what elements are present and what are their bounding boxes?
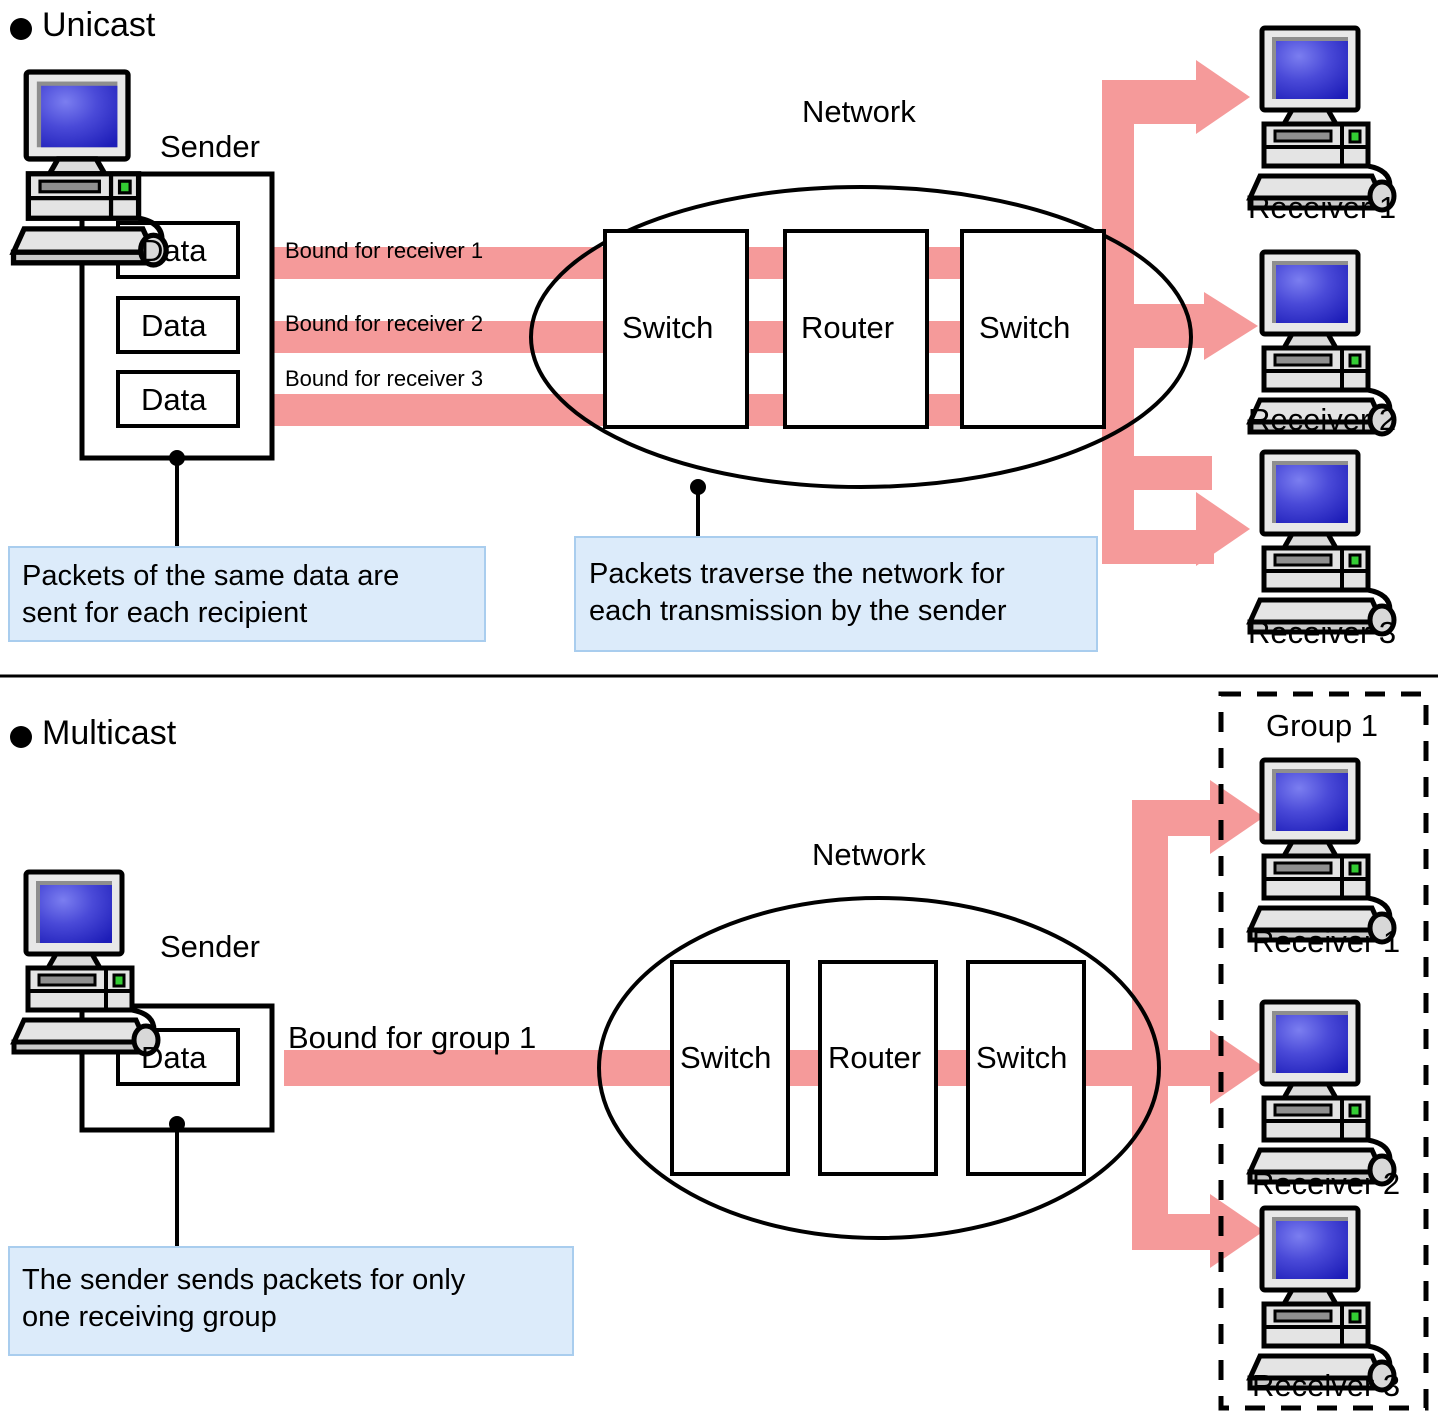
- multicast-node-label-router: Router: [828, 1040, 922, 1075]
- multicast-node-label-switch-2: Switch: [976, 1040, 1068, 1075]
- multicast-arrow-group: [1132, 780, 1264, 1268]
- unicast-network-label: Network: [802, 94, 916, 129]
- unicast-node-label-switch-2: Switch: [979, 310, 1071, 345]
- unicast-arrow-group: [1102, 60, 1258, 566]
- unicast-sender-label: Sender: [160, 129, 260, 164]
- unicast-bullet-icon: [10, 18, 32, 40]
- multicast-network-label: Network: [812, 837, 926, 872]
- unicast-data-label: Data: [141, 233, 207, 268]
- multicast-sender-callout-text: The sender sends packets for only one re…: [22, 1264, 466, 1334]
- unicast-receiver-2-label: Receiver 2: [1248, 402, 1397, 437]
- multicast-group-label: Group 1: [1266, 708, 1379, 743]
- multicast-receiver-1-computer: [1250, 760, 1394, 942]
- unicast-section-title: Unicast: [42, 6, 156, 44]
- multicast-receiver-2-computer: [1250, 1002, 1394, 1184]
- multicast-sender-computer: [14, 872, 158, 1054]
- diagram-svg: [0, 0, 1438, 1411]
- multicast-section-title: Multicast: [42, 714, 177, 752]
- unicast-receiver-3-label: Receiver 3: [1248, 615, 1397, 650]
- diagram-canvas: Unicast Sender Data Data Data Bound for …: [0, 0, 1438, 1416]
- multicast-bullet-icon: [10, 726, 32, 748]
- unicast-flow-label-2: Bound for receiver 2: [285, 311, 484, 336]
- unicast-data-label: Data: [141, 382, 207, 417]
- unicast-flow-label-1: Bound for receiver 1: [285, 238, 484, 263]
- unicast-receiver-3-computer: [1250, 452, 1394, 634]
- unicast-receiver-1-label: Receiver 1: [1248, 190, 1397, 225]
- unicast-node-label-switch-1: Switch: [622, 310, 714, 345]
- unicast-data-label: Data: [141, 308, 207, 343]
- multicast-node-label-switch-1: Switch: [680, 1040, 772, 1075]
- multicast-receiver-1-label: Receiver 1: [1252, 924, 1401, 959]
- multicast-receiver-3-label: Receiver 3: [1252, 1368, 1401, 1403]
- unicast-node-label-router: Router: [801, 310, 895, 345]
- multicast-sender-label: Sender: [160, 929, 260, 964]
- unicast-flow-label-3: Bound for receiver 3: [285, 366, 484, 391]
- unicast-receiver-1-computer: [1250, 28, 1394, 210]
- multicast-data-label: Data: [141, 1040, 207, 1075]
- multicast-receiver-3-computer: [1250, 1208, 1394, 1390]
- unicast-network-callout-text: Packets traverse the network for each tr…: [589, 558, 1007, 628]
- multicast-flow-label-1: Bound for group 1: [288, 1020, 537, 1055]
- multicast-receiver-2-label: Receiver 2: [1252, 1166, 1401, 1201]
- unicast-sender-callout-text: Packets of the same data are sent for ea…: [22, 560, 400, 630]
- multicast-leaders: [169, 1116, 185, 1248]
